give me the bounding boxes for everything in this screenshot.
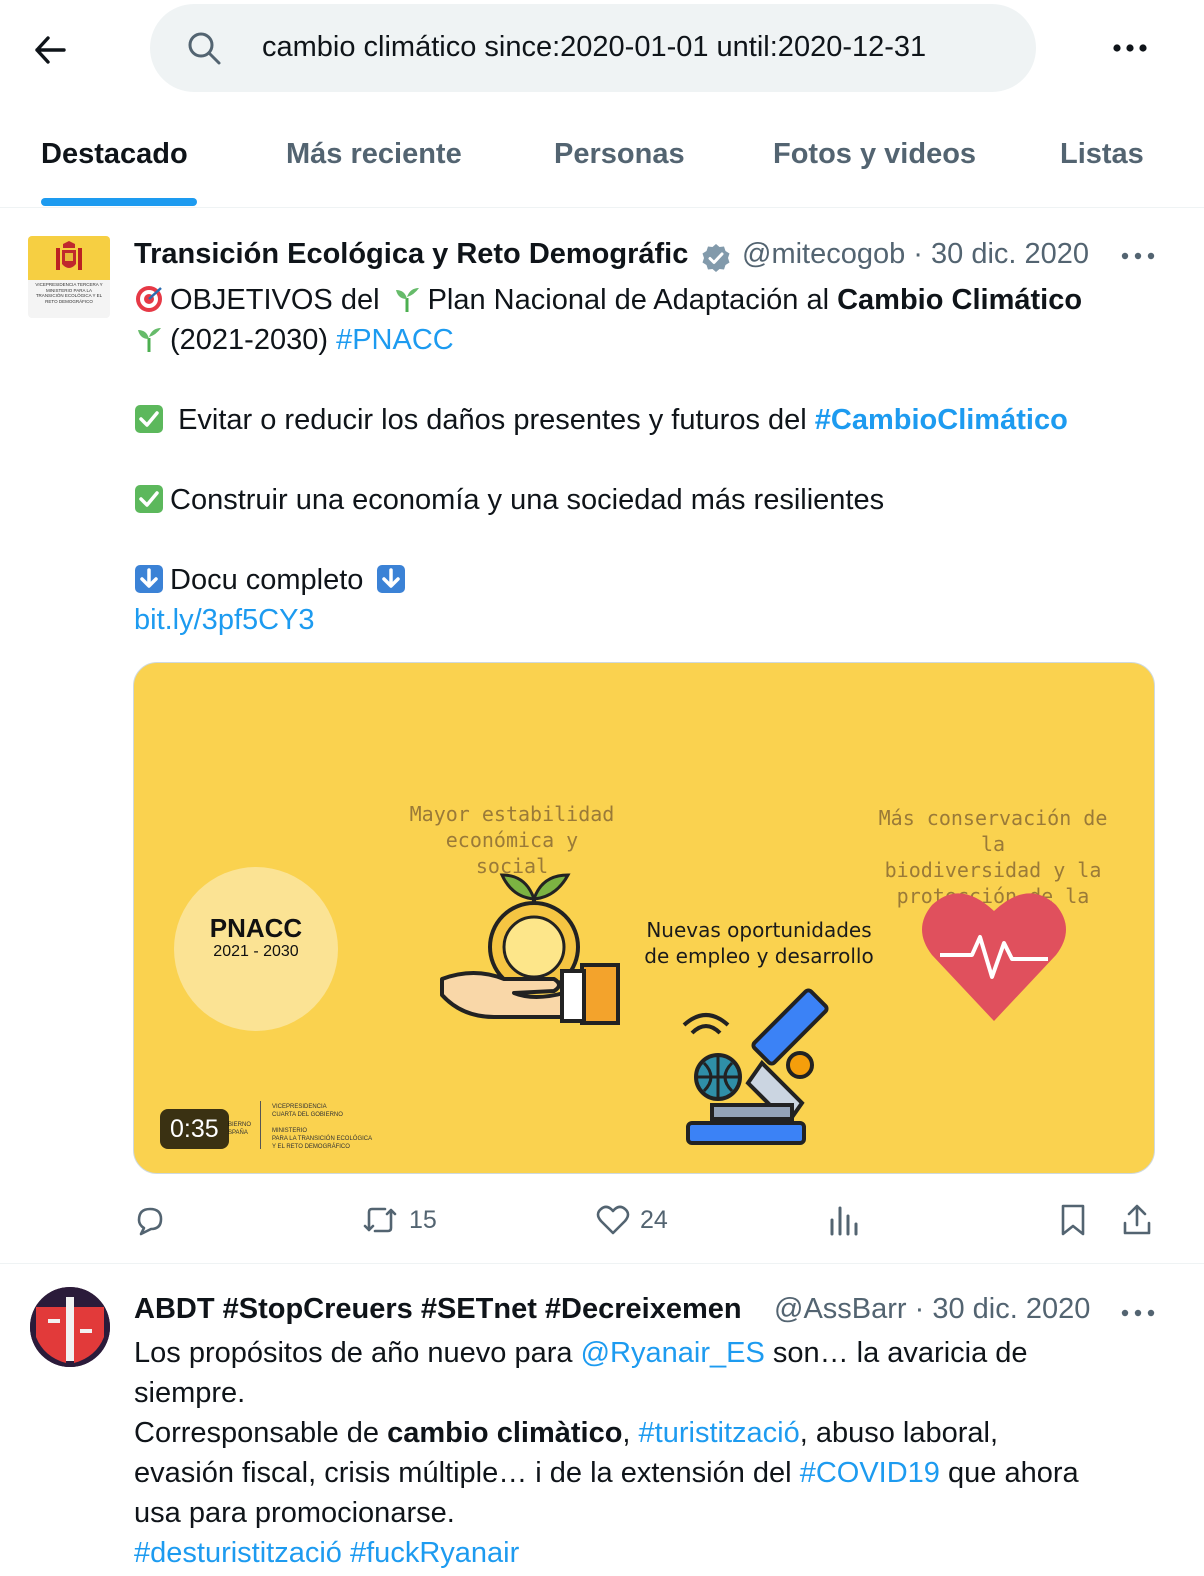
check-mark-emoji-icon — [135, 485, 163, 513]
search-icon — [188, 32, 221, 65]
more-options-button[interactable] — [1108, 30, 1152, 66]
down-arrow-emoji-icon — [135, 565, 163, 593]
bookmark-button[interactable] — [1059, 1198, 1087, 1242]
avatar[interactable]: VICEPRESIDENCIA TERCERA Y MINISTERIO PAR… — [28, 236, 110, 318]
coat-of-arms-icon — [56, 241, 82, 270]
seedling-emoji-icon — [395, 288, 419, 312]
hashtag-link[interactable]: #PNACC — [336, 324, 454, 356]
back-button[interactable] — [28, 28, 72, 72]
hashtag-link[interactable]: #fuckRyanair — [350, 1537, 519, 1569]
heart-icon — [596, 1205, 630, 1235]
short-link[interactable]: bit.ly/3pf5CY3 — [134, 604, 315, 636]
search-header: cambio climático since:2020-01-01 until:… — [0, 0, 1204, 96]
hashtag-link[interactable]: #desturistització — [134, 1537, 342, 1569]
tweet-actions: 15 24 — [133, 1198, 1163, 1242]
pnacc-years: 2021 - 2030 — [213, 943, 299, 960]
retweet-button[interactable]: 15 — [361, 1198, 437, 1242]
microscope-icon — [682, 988, 829, 1145]
views-button[interactable] — [829, 1198, 859, 1242]
search-query: cambio climático since:2020-01-01 until:… — [262, 31, 927, 63]
tab-listas[interactable]: Listas — [1060, 138, 1144, 171]
target-emoji-icon — [136, 286, 162, 312]
like-count: 24 — [640, 1205, 668, 1234]
tab-destacado[interactable]: Destacado — [41, 138, 188, 171]
tweet-header: Transición Ecológica y Reto Demográfic @… — [134, 238, 1134, 276]
hand-coin-sprout-icon — [440, 873, 620, 1025]
like-button[interactable]: 24 — [596, 1198, 668, 1242]
active-tab-indicator — [41, 198, 197, 206]
verified-badge-icon — [702, 244, 730, 272]
tab-mas-reciente[interactable]: Más reciente — [286, 138, 462, 171]
tweet-more-icon[interactable] — [1120, 246, 1156, 266]
analytics-icon — [830, 1206, 858, 1236]
search-input[interactable]: cambio climático since:2020-01-01 until:… — [150, 4, 1036, 92]
tweet-text: OBJETIVOS del Plan Nacional de Adaptació… — [134, 284, 1083, 636]
author-name[interactable]: ABDT #StopCreuers #SETnet #Decreixemen — [134, 1293, 768, 1326]
tweet[interactable]: VICEPRESIDENCIA TERCERA Y MINISTERIO PAR… — [0, 208, 1204, 1264]
pnacc-title: PNACC — [209, 913, 303, 943]
reply-button[interactable] — [133, 1198, 167, 1242]
bookmark-icon — [1061, 1204, 1085, 1236]
tab-fotos-videos[interactable]: Fotos y videos — [773, 138, 976, 171]
check-mark-emoji-icon — [135, 405, 163, 433]
hashtag-link[interactable]: #turistització — [639, 1417, 800, 1449]
video-duration: 0:35 — [160, 1109, 229, 1149]
avatar[interactable] — [30, 1287, 110, 1367]
tweet[interactable]: ABDT #StopCreuers #SETnet #Decreixemen @… — [0, 1265, 1204, 1576]
caption-employment: Nuevas oportunidades de empleo y desarro… — [644, 918, 874, 968]
reply-icon — [137, 1207, 163, 1236]
government-logo-text: BIERNO SPAÑA — [228, 1122, 252, 1136]
arrow-left-icon — [35, 36, 66, 64]
retweet-icon — [363, 1207, 397, 1233]
tweet-header: ABDT #StopCreuers #SETnet #Decreixemen @… — [134, 1293, 1134, 1331]
heart-pulse-icon — [922, 893, 1066, 1021]
share-button[interactable] — [1121, 1198, 1153, 1242]
abdt-logo-icon — [30, 1287, 110, 1367]
author-name[interactable]: Transición Ecológica y Reto Demográfic — [134, 238, 696, 271]
tab-personas[interactable]: Personas — [554, 138, 685, 171]
handle-and-date[interactable]: @AssBarr · 30 dic. 2020 — [774, 1293, 1104, 1326]
hashtag-link[interactable]: #COVID19 — [800, 1457, 940, 1489]
mention-link[interactable]: @Ryanair_ES — [581, 1337, 765, 1369]
avatar-caption: VICEPRESIDENCIA TERCERA Y MINISTERIO PAR… — [35, 282, 103, 304]
logo-divider — [260, 1101, 261, 1149]
share-icon — [1123, 1204, 1151, 1235]
retweet-count: 15 — [409, 1205, 437, 1234]
tweet-more-icon[interactable] — [1120, 1303, 1156, 1323]
video-player[interactable]: PNACC 2021 - 2030 Mayor estabilidad econ… — [133, 662, 1155, 1174]
ellipsis-icon — [1113, 44, 1147, 52]
seedling-emoji-icon — [138, 328, 161, 352]
hashtag-link[interactable]: #CambioClimático — [815, 404, 1068, 436]
down-arrow-emoji-icon — [376, 565, 405, 593]
search-tabs: Destacado Más reciente Personas Fotos y … — [0, 100, 1204, 208]
ministry-logo-text: VICEPRESIDENCIA CUARTA DEL GOBIERNO MINI… — [272, 1104, 373, 1150]
handle-and-date[interactable]: @mitecogob · 30 dic. 2020 — [742, 238, 1104, 271]
tweet-text: Los propósitos de año nuevo para @Ryanai… — [134, 1337, 1079, 1569]
